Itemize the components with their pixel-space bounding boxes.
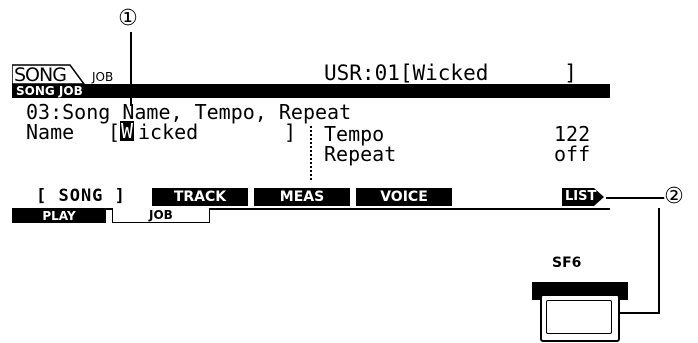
sub-mode-label: JOB	[92, 70, 114, 84]
sf6-button[interactable]	[532, 282, 628, 342]
name-cursor[interactable]: W	[120, 121, 135, 141]
name-open-bracket: [	[108, 120, 121, 144]
name-label: Name	[26, 120, 75, 144]
mode-label: SONG	[14, 64, 67, 86]
tab-track[interactable]: TRACK	[152, 188, 248, 206]
list-button-label: LIST	[565, 189, 597, 204]
tempo-label: Tempo	[324, 122, 385, 146]
tempo-value[interactable]: 122	[554, 124, 590, 144]
tab-song[interactable]: [ SONG ]	[36, 188, 126, 205]
callout-2: ②	[664, 184, 684, 209]
song-reference: USR:01[Wicked ]	[324, 61, 577, 85]
tab-voice[interactable]: VOICE	[356, 188, 452, 206]
mode-tab[interactable]: SONG	[12, 62, 90, 86]
tab-meas[interactable]: MEAS	[254, 188, 350, 206]
callout-2-down	[658, 208, 660, 313]
tab-job-label: JOB	[149, 208, 173, 222]
title-bar-label: SONG JOB	[16, 84, 83, 98]
name-close-bracket: ]	[284, 120, 297, 144]
callout-1: ①	[118, 6, 138, 31]
repeat-label: Repeat	[324, 142, 397, 166]
job-heading: 03:Song Name, Tempo, Repeat	[26, 100, 352, 124]
sf6-button-inner	[546, 300, 612, 334]
column-divider	[310, 126, 312, 180]
lcd-screen: SONG JOB USR:01[Wicked ] SONG JOB 03:Son…	[12, 62, 610, 250]
sf6-label: SF6	[552, 255, 582, 271]
tab-job[interactable]: JOB	[112, 208, 210, 223]
list-button[interactable]: LIST	[562, 188, 604, 206]
tab-play[interactable]: PLAY	[12, 209, 106, 223]
callout-2-leader	[606, 197, 666, 199]
repeat-value[interactable]: off	[554, 144, 590, 164]
name-value[interactable]: icked	[138, 122, 198, 142]
title-bar: SONG JOB	[12, 84, 610, 98]
